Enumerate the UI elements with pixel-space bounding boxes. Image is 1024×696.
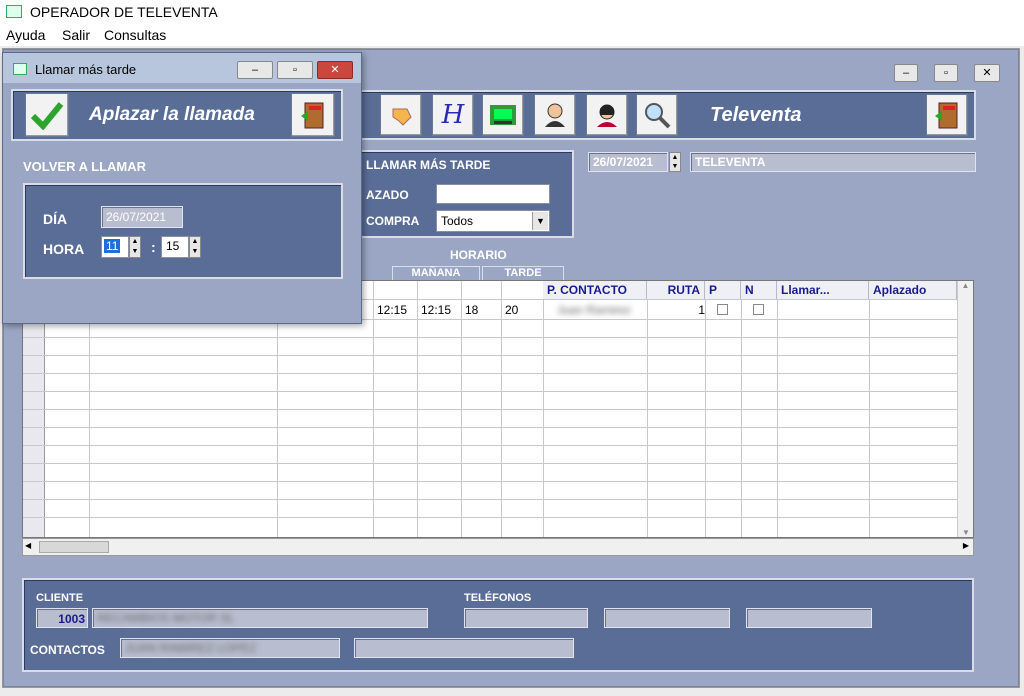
app-titlebar: OPERADOR DE TELEVENTA xyxy=(0,0,1024,24)
cell-h4: 20 xyxy=(505,303,519,317)
scroll-down-icon[interactable]: ▼ xyxy=(958,528,973,537)
cell-ruta: 1 xyxy=(698,303,705,317)
scroll-left-icon[interactable]: ◀ xyxy=(25,541,31,550)
header-ruta[interactable]: RUTA xyxy=(647,281,705,299)
header-n[interactable]: N xyxy=(741,281,777,299)
volver-section-title: VOLVER A LLAMAR xyxy=(23,159,147,174)
exit-button[interactable] xyxy=(926,94,968,136)
aplazado-label: AZADO xyxy=(366,188,409,202)
hora-label: HORA xyxy=(43,241,85,257)
cell-h3: 18 xyxy=(465,303,479,317)
search-button[interactable] xyxy=(636,94,678,136)
checkmark-icon xyxy=(30,102,64,130)
dialog-titlebar: Llamar más tarde – ▫ ✕ xyxy=(3,53,361,83)
phone-button[interactable] xyxy=(482,94,524,136)
dialog-minimize-button[interactable]: – xyxy=(237,61,273,79)
menu-bar: Ayuda Salir Consultas xyxy=(0,24,1024,46)
telefono-2 xyxy=(604,608,730,628)
hora-value: 11 xyxy=(104,239,121,253)
minuto-spinner[interactable]: ▲ ▼ xyxy=(189,236,201,258)
time-separator: : xyxy=(151,239,156,255)
llamar-group-title: LLAMAR MÁS TARDE xyxy=(366,158,491,172)
contacto-value: JUAN RAMIREZ LOPEZ xyxy=(125,641,257,655)
header-contacto[interactable]: P. CONTACTO xyxy=(543,281,647,299)
aplazado-input[interactable] xyxy=(436,184,550,204)
compra-select[interactable]: Todos ▼ xyxy=(436,210,550,232)
history-button[interactable]: H xyxy=(432,94,474,136)
app-icon xyxy=(6,5,22,18)
telefono-3 xyxy=(746,608,872,628)
checkbox-p[interactable] xyxy=(717,304,728,315)
magnifier-icon xyxy=(645,103,671,129)
contacto-field-2 xyxy=(354,638,574,658)
header-aplazado[interactable]: Aplazado xyxy=(869,281,957,299)
scroll-up-icon[interactable]: ▲ xyxy=(958,281,973,290)
close-button[interactable]: ✕ xyxy=(974,64,1000,82)
exit-door-icon xyxy=(935,102,958,129)
date-field[interactable]: 26/07/2021 xyxy=(588,152,668,172)
header-p[interactable]: P xyxy=(705,281,741,299)
scroll-thumb[interactable] xyxy=(39,541,109,553)
dialog-close-button[interactable]: ✕ xyxy=(317,61,353,79)
dialog-title: Llamar más tarde xyxy=(35,62,137,77)
compra-value: Todos xyxy=(441,214,474,228)
compra-label: COMPRA xyxy=(366,214,420,228)
llamar-mas-tarde-dialog: Llamar más tarde – ▫ ✕ Aplazar la llamad… xyxy=(2,52,362,324)
minimize-button[interactable]: – xyxy=(894,64,918,82)
dia-label: DÍA xyxy=(43,211,68,227)
h-script-icon: H xyxy=(441,100,465,130)
telefonos-label: TELÉFONOS xyxy=(464,592,532,604)
televenta-field: TELEVENTA xyxy=(690,152,976,172)
dia-field: 26/07/2021 xyxy=(101,206,183,228)
contacto-field: JUAN RAMIREZ LOPEZ xyxy=(120,638,340,658)
thumb-down-button[interactable] xyxy=(380,94,422,136)
horizontal-scrollbar[interactable]: ◀ ▶ xyxy=(22,538,974,556)
person-icon xyxy=(545,103,565,127)
telefono-1 xyxy=(464,608,588,628)
thumb-icon xyxy=(392,108,412,126)
main-header-title: Televenta xyxy=(710,104,802,126)
person-woman-icon xyxy=(597,104,617,127)
horario-label: HORARIO xyxy=(450,248,507,262)
contact-woman-button[interactable] xyxy=(586,94,628,136)
checkbox-n[interactable] xyxy=(753,304,764,315)
date-spinner[interactable]: ▲ ▼ xyxy=(669,152,681,172)
vertical-scrollbar[interactable]: ▲ ▼ xyxy=(957,281,973,537)
dialog-header-title: Aplazar la llamada xyxy=(89,104,255,125)
minuto-input[interactable]: 15 xyxy=(161,236,189,258)
menu-ayuda[interactable]: Ayuda xyxy=(6,27,45,43)
cliente-label: CLIENTE xyxy=(36,592,84,604)
chevron-down-icon[interactable]: ▼ xyxy=(532,212,548,230)
scroll-right-icon[interactable]: ▶ xyxy=(963,541,969,550)
dialog-exit-button[interactable] xyxy=(291,93,335,137)
exit-door-icon xyxy=(301,102,324,129)
cliente-name: RECAMBIOS MOTOR SL xyxy=(97,611,235,625)
hora-input[interactable]: 11 xyxy=(101,236,129,258)
app-title: OPERADOR DE TELEVENTA xyxy=(30,4,218,20)
cliente-name-field: RECAMBIOS MOTOR SL xyxy=(92,608,428,628)
dialog-window-icon xyxy=(13,63,27,75)
dialog-maximize-button[interactable]: ▫ xyxy=(277,61,313,79)
phone-icon xyxy=(490,105,516,125)
cell-h2: 12:15 xyxy=(421,303,452,317)
maximize-button[interactable]: ▫ xyxy=(934,64,958,82)
cliente-code: 1003 xyxy=(36,608,88,628)
cell-contacto: Juan Ramirez xyxy=(557,303,632,317)
cell-h1: 12:15 xyxy=(377,303,408,317)
menu-consultas[interactable]: Consultas xyxy=(104,27,166,43)
dialog-fields-panel xyxy=(23,183,343,279)
contact-man-button[interactable] xyxy=(534,94,576,136)
contactos-label: CONTACTOS xyxy=(30,643,105,657)
hora-spinner[interactable]: ▲ ▼ xyxy=(129,236,141,258)
header-llamar[interactable]: Llamar... xyxy=(777,281,869,299)
menu-salir[interactable]: Salir xyxy=(62,27,90,43)
confirm-button[interactable] xyxy=(25,93,69,137)
